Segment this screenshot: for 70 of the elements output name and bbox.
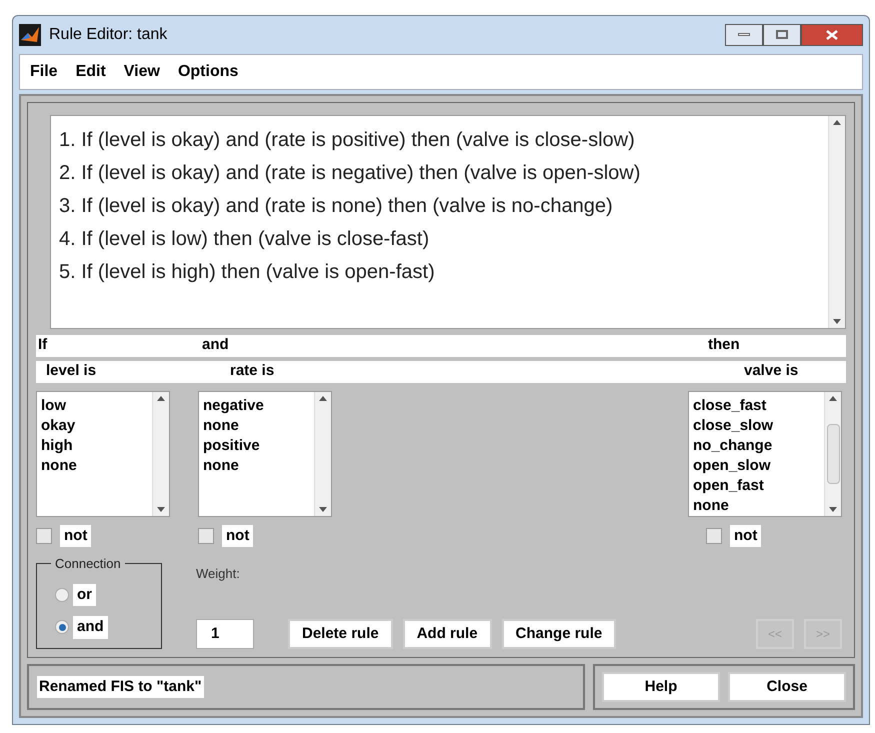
list-item[interactable]: none (203, 416, 310, 436)
list-box[interactable]: close_fast close_slow no_change open_slow open_fast none (688, 390, 842, 516)
list-item[interactable]: close_slow (693, 416, 820, 436)
not-label: not (60, 524, 92, 547)
rule-button[interactable]: Change rule (502, 619, 616, 649)
list-box[interactable]: low okay high none (36, 390, 170, 516)
list-item[interactable]: no_change (693, 436, 820, 456)
weight-label: Weight: (196, 564, 241, 583)
close-icon (826, 30, 838, 40)
list-box[interactable]: negative none positive none (198, 390, 332, 516)
scroll-down-icon[interactable] (833, 318, 841, 324)
scroll-up-icon[interactable] (829, 396, 837, 400)
scroll-down-icon[interactable] (157, 506, 165, 512)
then-label: then (708, 335, 740, 356)
input-label: rate is (230, 361, 274, 382)
rule-text[interactable]: 2. If (level is okay) and (rate is negative) then (valve is open-slow) (59, 156, 828, 190)
menu-item[interactable]: View (124, 60, 160, 84)
list-item[interactable]: none (203, 456, 310, 476)
app-logo-icon (19, 24, 41, 46)
list-item[interactable]: open_slow (693, 456, 820, 476)
menu-item[interactable]: Options (178, 60, 238, 84)
maximize-button[interactable] (763, 24, 801, 46)
and-label: and (202, 335, 229, 356)
list-item[interactable]: none (41, 456, 148, 476)
list-item[interactable]: low (41, 396, 148, 416)
menu-item[interactable]: Edit (76, 60, 106, 84)
rule-button[interactable]: Add rule (402, 619, 492, 649)
list-item[interactable]: none (693, 496, 820, 516)
input-label: level is (46, 361, 96, 382)
not-label: not (222, 524, 254, 547)
window-title: Rule Editor: tank (49, 24, 168, 45)
close-button[interactable] (801, 24, 863, 46)
not-checkbox[interactable] (36, 528, 52, 544)
list-item[interactable]: positive (203, 436, 310, 456)
scroll-up-icon[interactable] (319, 396, 327, 400)
rule-text[interactable]: 1. If (level is okay) and (rate is positive) then (valve is close-slow) (59, 124, 828, 156)
radio-label: and (73, 616, 108, 638)
weight-field[interactable]: 1 (196, 619, 254, 649)
list-item[interactable]: open_fast (693, 476, 820, 496)
footer-button[interactable]: Help (602, 672, 720, 702)
scroll-up-icon[interactable] (157, 396, 165, 400)
radio-button[interactable] (55, 588, 69, 602)
list-item[interactable]: high (41, 436, 148, 456)
list-item[interactable]: close_fast (693, 396, 820, 416)
scroll-down-icon[interactable] (319, 506, 327, 512)
rule-text[interactable]: 4. If (level is low) then (valve is close-fast) (59, 222, 828, 256)
scrollbar[interactable] (314, 392, 331, 516)
rule-text[interactable]: 5. If (level is high) then (valve is open-fast) (59, 256, 828, 288)
radio-label: or (73, 584, 96, 606)
list-item[interactable]: negative (203, 396, 310, 416)
radio-button[interactable] (55, 620, 69, 634)
footer-button[interactable]: Close (728, 672, 846, 702)
list-item[interactable]: okay (41, 416, 148, 436)
output-label: valve is (744, 361, 798, 382)
scroll-thumb[interactable] (826, 424, 840, 484)
rule-text[interactable]: 3. If (level is okay) and (rate is none) then (valve is no-change) (59, 190, 828, 222)
menu-item[interactable]: File (30, 60, 58, 84)
scrollbar[interactable] (152, 392, 169, 516)
if-label: If (38, 335, 48, 356)
scroll-up-icon[interactable] (833, 120, 841, 124)
rule-button[interactable]: Delete rule (288, 619, 393, 649)
scroll-down-icon[interactable] (829, 506, 837, 512)
scrollbar[interactable] (824, 392, 841, 516)
status-text: Renamed FIS to "tank" (37, 676, 204, 698)
not-label: not (730, 524, 762, 547)
not-checkbox[interactable] (706, 528, 722, 544)
minimize-button[interactable] (725, 24, 763, 46)
rules-list[interactable] (50, 114, 846, 328)
scrollbar[interactable] (828, 116, 845, 328)
not-checkbox[interactable] (198, 528, 214, 544)
